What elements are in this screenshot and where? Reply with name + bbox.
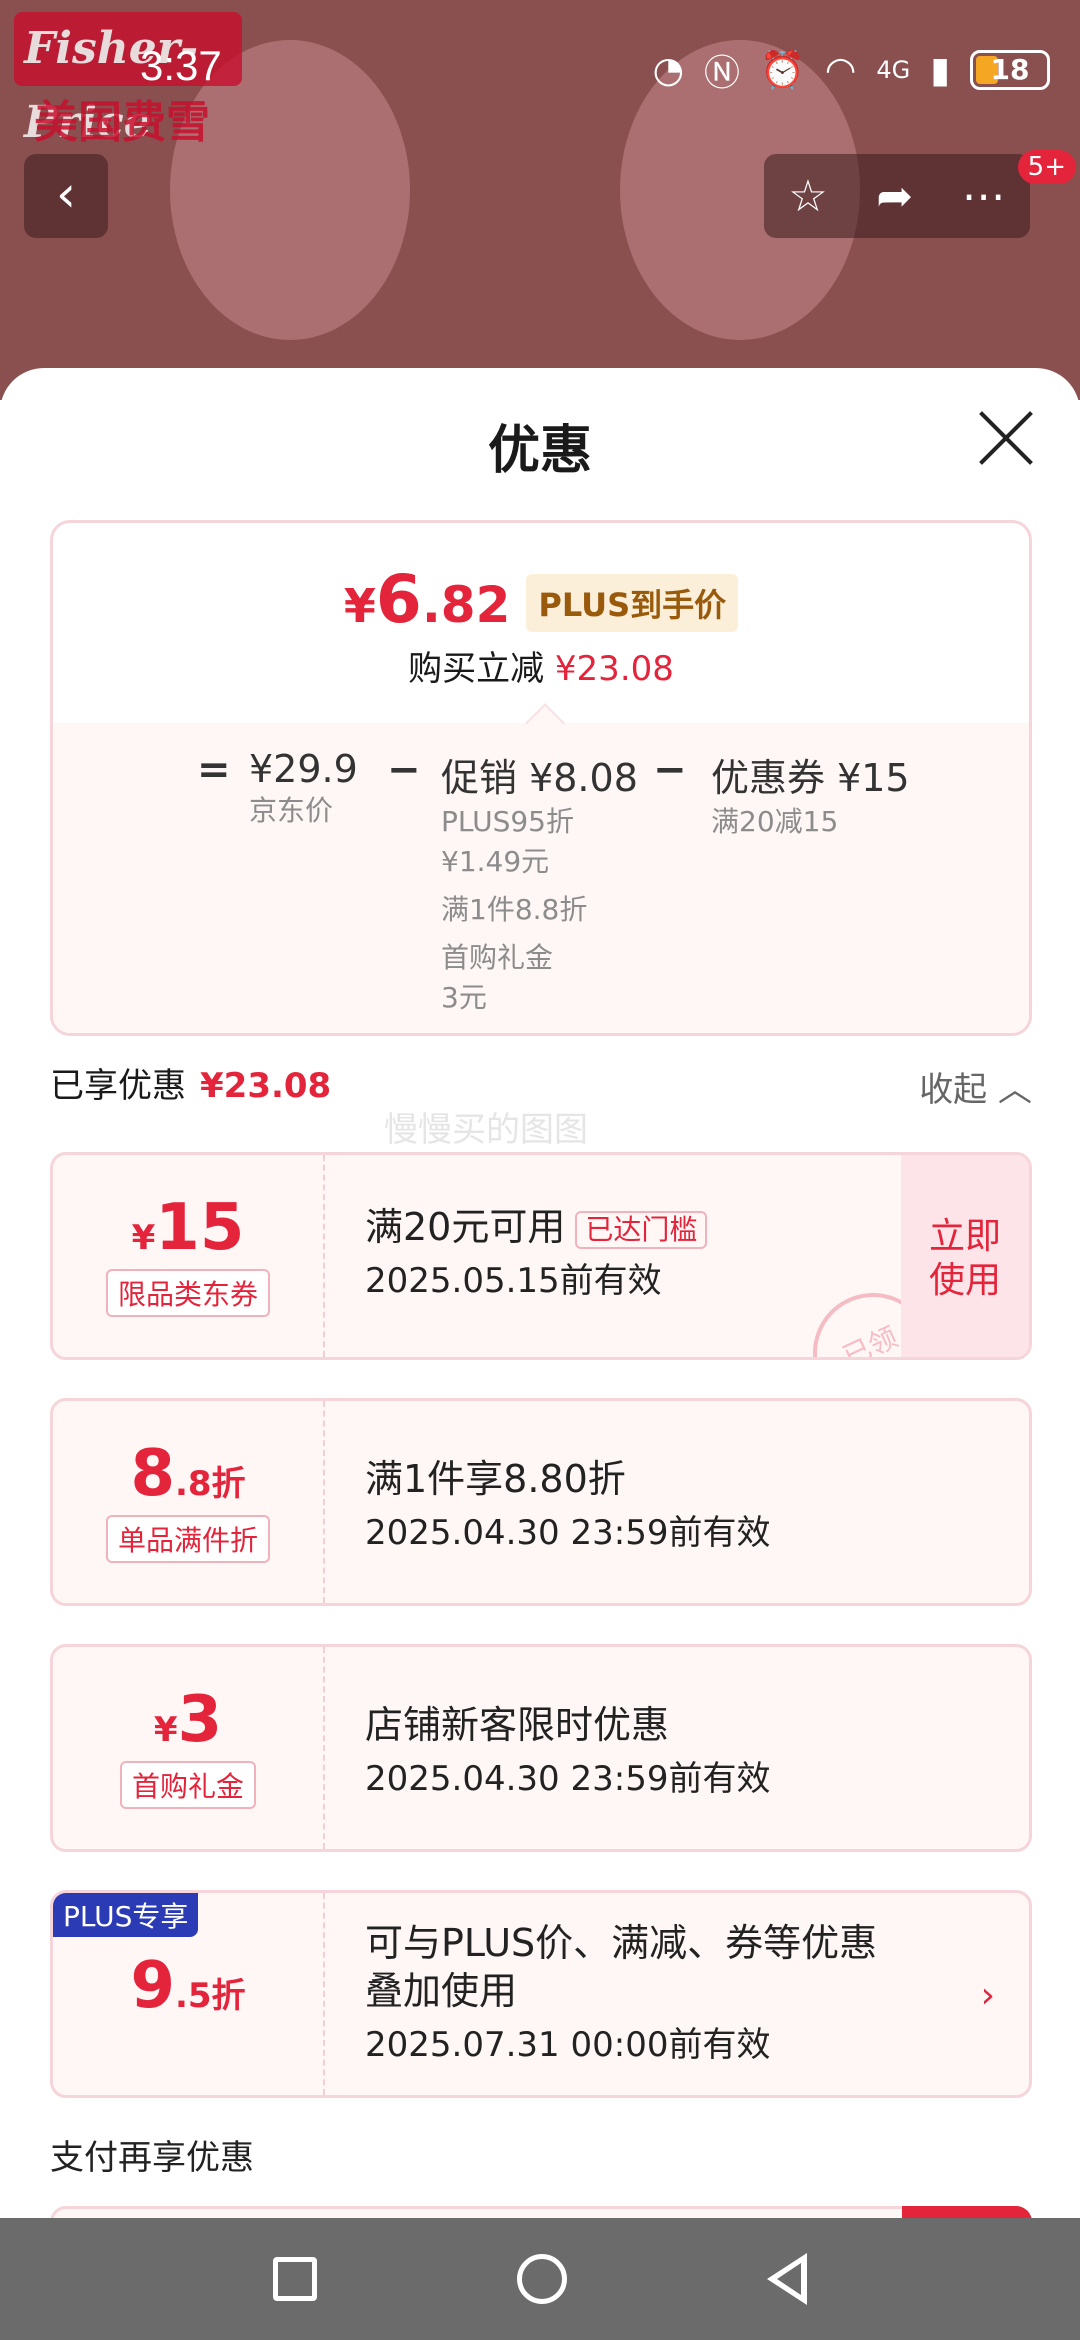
coupon-validity: 2025.04.30 23:59前有效 <box>365 1759 771 1799</box>
sheet-title: 优惠 <box>487 421 592 481</box>
alarm-icon: ⏰ <box>760 50 805 91</box>
final-price: ¥6.82 <box>343 561 511 638</box>
back-icon[interactable] <box>767 2253 807 2305</box>
coupon-info: 店铺新客限时优惠 2025.04.30 23:59前有效 <box>365 1701 899 1800</box>
coupon-validity: 2025.07.31 00:00前有效 <box>365 2025 771 2065</box>
status-time: 3:37 <box>140 42 222 89</box>
coupon-condition-2: 叠加使用 <box>365 1969 518 2013</box>
promo-block: 促销 ¥8.08 PLUS95折 ¥1.49元 满1件8.8折 首购礼金 3元 <box>441 747 638 1018</box>
signal-icon: ▮ <box>930 49 950 91</box>
promo-item: 3元 <box>441 981 487 1014</box>
coupon-condition: 店铺新客限时优惠 <box>365 1703 670 1747</box>
close-icon[interactable] <box>976 408 1036 468</box>
top-action-group: ☆ ➦ ⋯ <box>764 154 1030 238</box>
price-summary-card: ¥6.82 PLUS到手价 购买立减 ¥23.08 = ¥29.9 京东价 − … <box>50 520 1032 1036</box>
promo-item: PLUS95折 <box>441 805 574 838</box>
back-button[interactable]: ‹ <box>24 154 108 238</box>
notification-badge: 5+ <box>1017 150 1076 184</box>
pay-discount-card[interactable] <box>50 2206 1032 2218</box>
status-bar: 3:37 ◔ Ⓝ ⏰ ◠ 4G ▮ 18 <box>0 0 1080 140</box>
discount-sheet: 优惠 ¥6.82 PLUS到手价 购买立减 ¥23.08 = ¥29.9 京东价… <box>0 368 1080 2218</box>
promo-item: ¥1.49元 <box>441 845 550 878</box>
coupon-amount: 8.8折 <box>130 1437 246 1511</box>
chevron-right-icon: › <box>980 1975 995 2016</box>
speed-icon: ◔ <box>652 49 685 91</box>
coupon-amount-area: ¥3 首购礼金 <box>53 1647 325 1849</box>
base-price-label: 京东价 <box>249 794 334 827</box>
coupon-info: 可与PLUS价、满减、券等优惠 叠加使用 2025.07.31 00:00前有效 <box>365 1919 899 2066</box>
minus-sign: − <box>387 747 421 793</box>
battery-level: 18 <box>990 53 1030 86</box>
use-now-button[interactable]: 立即 使用 <box>901 1155 1029 1357</box>
more-icon[interactable]: ⋯ <box>962 171 1006 222</box>
plus-price-tag: PLUS到手价 <box>526 574 739 632</box>
coupon-desc: 满20减15 <box>711 805 839 838</box>
promo-item: 满1件8.8折 <box>441 893 588 926</box>
coupon-type: 首购礼金 <box>119 1761 256 1809</box>
system-nav-bar <box>0 2218 1080 2340</box>
coupon-amount-area: 9.5折 <box>53 1893 325 2095</box>
coupon-card: 8.8折 单品满件折 满1件享8.80折 2025.04.30 23:59前有效 <box>50 1398 1032 1606</box>
star-icon[interactable]: ☆ <box>788 171 827 222</box>
promo-item: 首购礼金 <box>441 941 554 974</box>
coupon-amount-area: ¥15 限品类东券 <box>53 1155 325 1357</box>
promo-title: 促销 ¥8.08 <box>441 756 638 800</box>
threshold-tag: 已达门槛 <box>575 1210 708 1249</box>
minus-sign: − <box>653 747 687 793</box>
price-breakdown: = ¥29.9 京东价 − 促销 ¥8.08 PLUS95折 ¥1.49元 满1… <box>53 723 1029 1033</box>
coupon-info: 满20元可用 已达门槛 2025.05.15前有效 <box>365 1203 899 1302</box>
home-icon[interactable] <box>517 2254 567 2304</box>
nfc-icon: Ⓝ <box>704 53 741 94</box>
collapse-button[interactable]: 收起 ︿ <box>919 1062 1032 1111</box>
plus-coupon-card[interactable]: PLUS专享 9.5折 可与PLUS价、满减、券等优惠 叠加使用 2025.07… <box>50 1890 1032 2098</box>
coupon-block: 优惠券 ¥15 满20减15 <box>711 747 910 842</box>
equals-sign: = <box>197 747 231 793</box>
coupon-amount: ¥3 <box>153 1683 223 1757</box>
coupon-info: 满1件享8.80折 2025.04.30 23:59前有效 <box>365 1455 899 1554</box>
coupon-condition: 可与PLUS价、满减、券等优惠 <box>365 1921 878 1965</box>
share-icon[interactable]: ➦ <box>876 171 913 222</box>
coupon-amount: ¥15 <box>131 1191 245 1265</box>
instant-saving: 购买立减 ¥23.08 <box>408 649 674 689</box>
watermark: 慢慢买的图图 <box>384 1110 588 1150</box>
coupon-amount: 9.5折 <box>130 1949 246 2023</box>
base-price-block: ¥29.9 京东价 <box>249 747 358 831</box>
network-type: 4G <box>876 56 911 84</box>
coupon-condition: 满20元可用 <box>365 1205 566 1249</box>
coupon-amount-area: 8.8折 单品满件折 <box>53 1401 325 1603</box>
pay-discount-title: 支付再享优惠 <box>50 2138 254 2178</box>
base-price: ¥29.9 <box>249 747 358 791</box>
coupon-condition: 满1件享8.80折 <box>365 1457 626 1501</box>
coupon-validity: 2025.05.15前有效 <box>365 1261 662 1301</box>
chevron-up-icon: ︿ <box>998 1070 1032 1110</box>
coupon-card: ¥15 限品类东券 满20元可用 已达门槛 2025.05.15前有效 已领 立即… <box>50 1152 1032 1360</box>
coupon-card: ¥3 首购礼金 店铺新客限时优惠 2025.04.30 23:59前有效 <box>50 1644 1032 1852</box>
coupon-type: 单品满件折 <box>105 1515 270 1563</box>
battery-icon: 18 <box>970 50 1050 90</box>
coupon-title: 优惠券 ¥15 <box>711 756 910 800</box>
status-icons: ◔ Ⓝ ⏰ ◠ 4G ▮ 18 <box>653 44 1050 96</box>
coupon-validity: 2025.04.30 23:59前有效 <box>365 1513 771 1553</box>
recent-apps-icon[interactable] <box>273 2257 317 2301</box>
wifi-icon: ◠ <box>824 49 857 91</box>
chevron-left-icon: ‹ <box>56 165 76 223</box>
coupon-type: 限品类东券 <box>105 1269 270 1317</box>
enjoyed-discount: 已享优惠 ¥23.08 <box>50 1066 332 1106</box>
